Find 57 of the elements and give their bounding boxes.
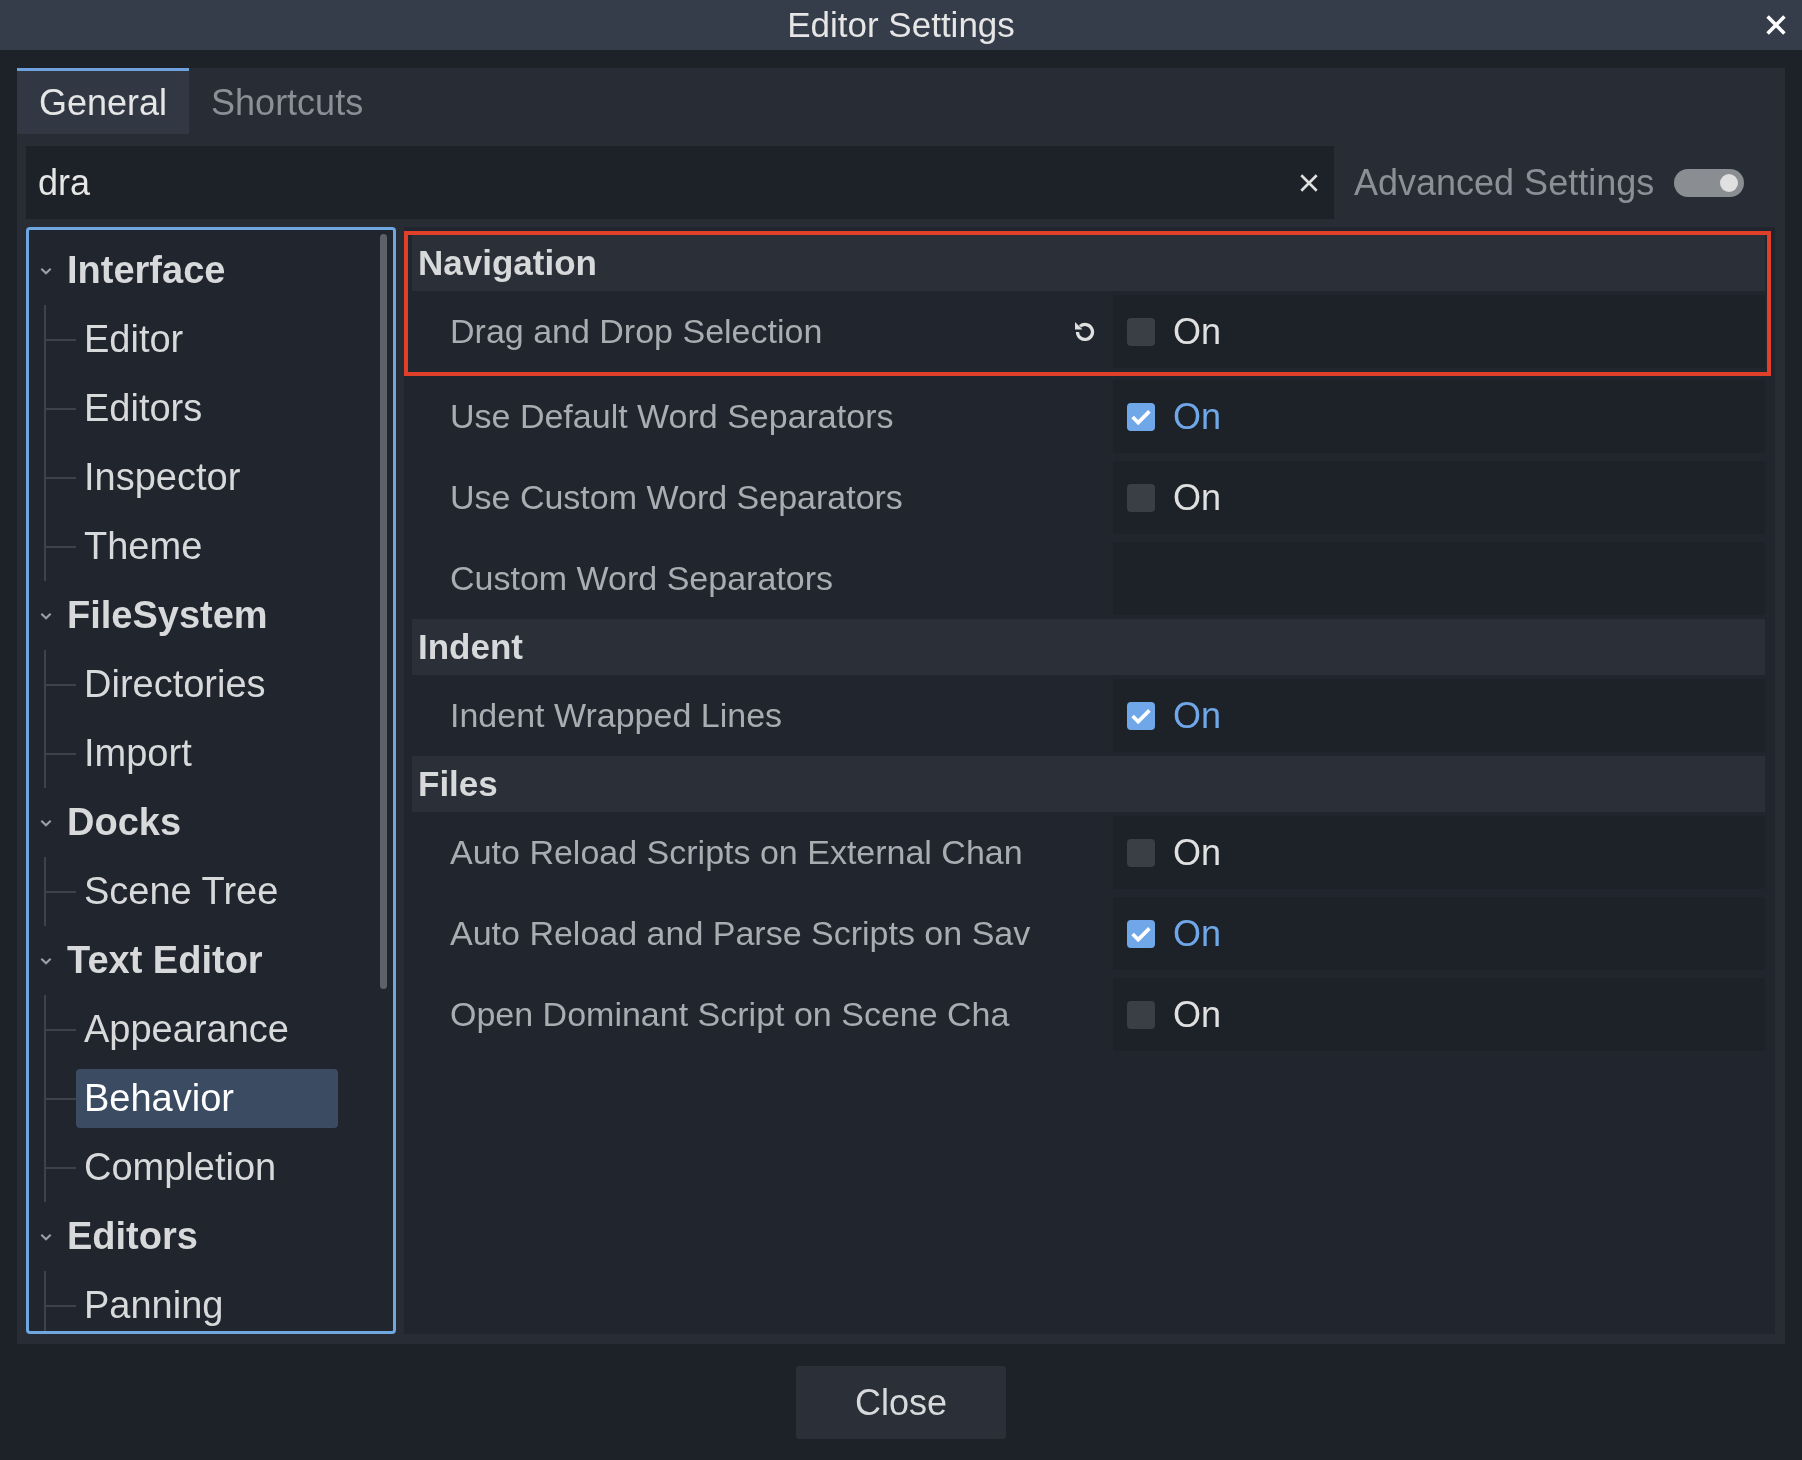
checkbox-field[interactable]: On	[1113, 679, 1765, 752]
checkbox-field[interactable]: On	[1113, 295, 1765, 368]
section-header: Navigation	[412, 235, 1765, 291]
close-icon[interactable]	[1764, 13, 1788, 37]
toggle-switch[interactable]	[1674, 168, 1745, 197]
search-field[interactable]: dra	[26, 146, 1334, 219]
tree-item[interactable]: Inspector	[76, 448, 338, 507]
tree-item[interactable]: Scene Tree	[76, 862, 338, 921]
checkbox-label: On	[1173, 310, 1222, 353]
tree-item[interactable]: Completion	[76, 1138, 338, 1197]
tree-item[interactable]: Editors	[76, 379, 338, 438]
checkbox[interactable]	[1127, 919, 1155, 948]
checkbox-label: On	[1173, 831, 1222, 874]
tab[interactable]: Shortcuts	[189, 68, 386, 134]
checkbox-label: On	[1173, 476, 1222, 519]
tree-item[interactable]: Theme	[76, 517, 338, 576]
tree-category[interactable]: Text Editor	[67, 939, 263, 982]
checkbox-field[interactable]: On	[1113, 897, 1765, 970]
checkbox-field[interactable]: On	[1113, 461, 1765, 534]
checkbox[interactable]	[1127, 317, 1155, 346]
checkbox[interactable]	[1127, 838, 1155, 867]
checkbox-field[interactable]: On	[1113, 816, 1765, 889]
checkbox[interactable]	[1127, 402, 1155, 431]
checkbox[interactable]	[1127, 1000, 1155, 1029]
checkbox[interactable]	[1127, 701, 1155, 730]
tree-category[interactable]: Docks	[67, 801, 182, 844]
tree-item[interactable]: Appearance	[76, 1000, 338, 1059]
section-header: Indent	[412, 619, 1765, 675]
tree-item[interactable]: Editor	[76, 310, 338, 369]
checkbox-label: On	[1173, 694, 1222, 737]
toggle-label: Advanced Settings	[1354, 161, 1655, 204]
checkbox[interactable]	[1127, 483, 1155, 512]
tab[interactable]: General	[17, 68, 190, 134]
property-label: Custom Word Separators	[449, 559, 834, 598]
section-header: Files	[412, 756, 1765, 812]
property-label: Use Default Word Separators	[449, 397, 895, 436]
scrollbar[interactable]	[380, 234, 387, 989]
checkbox-label: On	[1173, 993, 1222, 1036]
window-title: Editor Settings	[787, 5, 1015, 45]
tree-category[interactable]: FileSystem	[67, 594, 268, 637]
tree-category[interactable]: Interface	[67, 249, 226, 292]
tree-item[interactable]: Import	[76, 724, 338, 783]
property-label: Auto Reload Scripts on External Chan	[449, 833, 1024, 872]
tree-category[interactable]: Editors	[67, 1215, 198, 1258]
checkbox-field[interactable]: On	[1113, 380, 1765, 453]
checkbox-label: On	[1173, 912, 1222, 955]
close-button[interactable]: Close	[796, 1366, 1006, 1439]
tree-item[interactable]: Behavior	[76, 1069, 338, 1128]
property-label: Indent Wrapped Lines	[449, 696, 784, 735]
checkbox-label: On	[1173, 395, 1222, 438]
tree-item[interactable]: Directories	[76, 655, 338, 714]
checkbox-field[interactable]: On	[1113, 978, 1765, 1051]
property-label: Drag and Drop Selection	[449, 312, 824, 351]
property-label: Use Custom Word Separators	[449, 478, 904, 517]
property-label: Open Dominant Script on Scene Cha	[449, 995, 1011, 1034]
tree-item[interactable]: Panning	[76, 1276, 338, 1331]
property-label: Auto Reload and Parse Scripts on Sav	[449, 914, 1032, 953]
